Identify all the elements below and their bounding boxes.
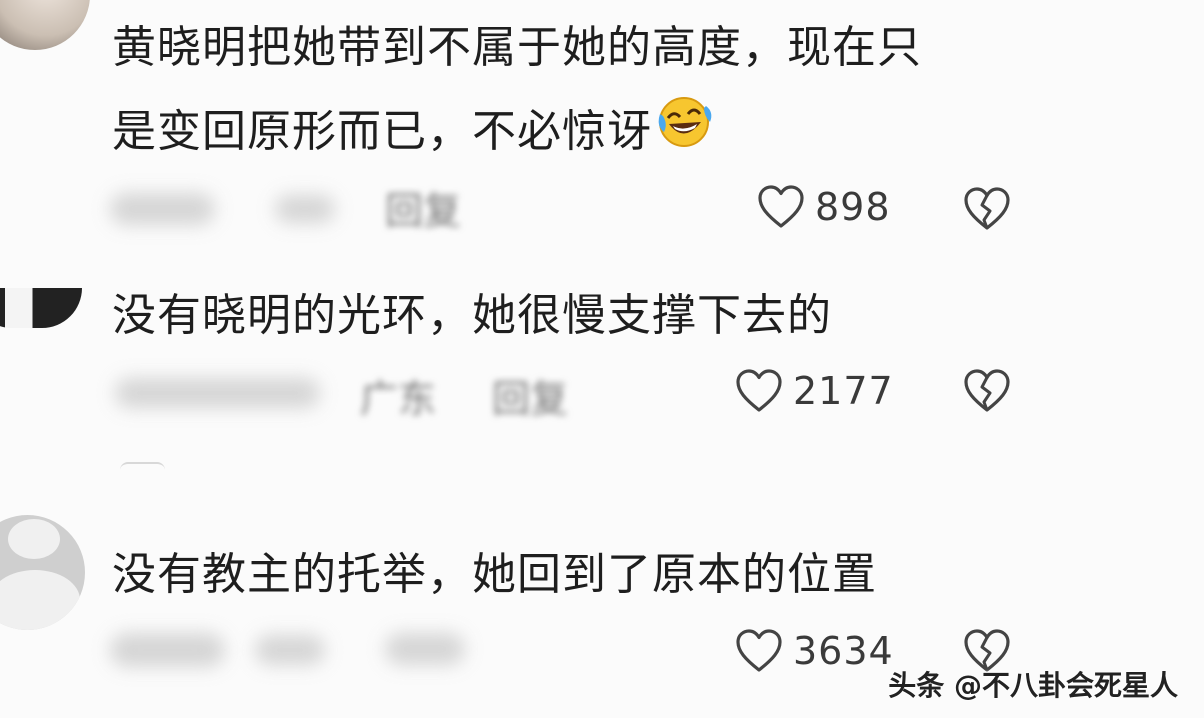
dislike-button[interactable] — [963, 186, 1011, 236]
blurred-username — [110, 633, 225, 667]
comment-item: 黄晓明把她带到不属于她的高度，现在只 是变回原形而已，不必惊讶 回复 898 — [0, 0, 1204, 250]
divider — [120, 462, 165, 470]
like-button[interactable]: 3634 — [735, 628, 894, 674]
comment-text: 是变回原形而已，不必惊讶 — [112, 90, 714, 176]
like-count: 3634 — [793, 629, 894, 673]
comment-text-line: 没有教主的托举，她回到了原本的位置 — [112, 549, 877, 600]
dislike-button[interactable] — [963, 368, 1011, 418]
blurred-date — [255, 635, 325, 665]
comment-text: 没有晓明的光环，她很慢支撑下去的 — [112, 274, 832, 358]
broken-heart-icon — [963, 187, 1011, 236]
like-button[interactable]: 898 — [757, 184, 891, 230]
heart-outline-icon — [757, 184, 805, 230]
avatar[interactable] — [0, 0, 90, 50]
like-count: 898 — [815, 185, 891, 229]
avatar[interactable] — [0, 288, 82, 328]
comment-text-line: 黄晓明把她带到不属于她的高度，现在只 — [112, 22, 922, 73]
avatar[interactable] — [0, 515, 85, 630]
heart-outline-icon — [735, 368, 783, 414]
blurred-username — [110, 193, 215, 225]
heart-outline-icon — [735, 628, 783, 674]
like-button[interactable]: 2177 — [735, 368, 894, 414]
default-avatar-icon — [8, 519, 60, 559]
comment-text: 没有教主的托举，她回到了原本的位置 — [112, 533, 877, 617]
comment-text-line: 是变回原形而已，不必惊讶 — [112, 106, 652, 157]
comment-text: 黄晓明把她带到不属于她的高度，现在只 — [112, 6, 922, 90]
comment-text-line: 没有晓明的光环，她很慢支撑下去的 — [112, 290, 832, 341]
blurred-reply — [385, 633, 465, 665]
blurred-date — [275, 195, 335, 223]
broken-heart-icon — [963, 369, 1011, 418]
comment-location: 广东 — [360, 377, 437, 421]
blurred-username — [115, 378, 320, 408]
watermark: 头条 @不八卦会死星人 — [888, 669, 1178, 702]
like-count: 2177 — [793, 369, 894, 413]
comment-item: 没有晓明的光环，她很慢支撑下去的 广东 回复 2177 — [0, 250, 1204, 460]
laughing-crying-emoji-icon — [654, 92, 714, 176]
reply-button[interactable]: 回复 — [385, 180, 461, 235]
reply-button[interactable]: 回复 — [492, 368, 568, 423]
